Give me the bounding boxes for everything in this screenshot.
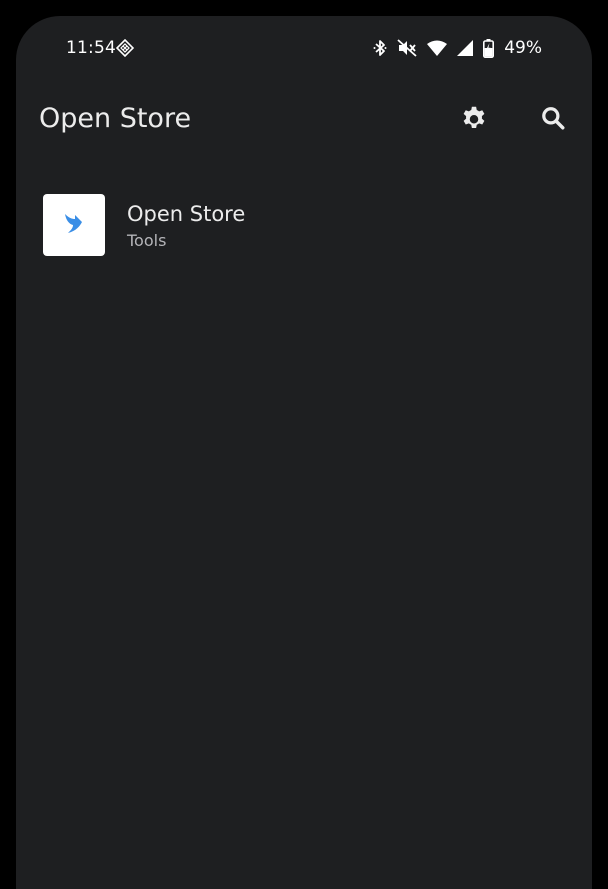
screen: 11:54 49% Open Store Open Store Tools (16, 16, 592, 889)
battery-charging-icon (483, 38, 495, 58)
search-icon (540, 105, 566, 135)
app-thumbnail (43, 194, 105, 256)
top-app-bar: Open Store (16, 80, 592, 156)
vibrate-off-icon (397, 39, 417, 57)
settings-button[interactable] (452, 98, 496, 142)
gear-icon (459, 103, 489, 137)
bird-logo-icon (61, 210, 87, 240)
search-button[interactable] (531, 98, 575, 142)
diamond-grid-icon (115, 38, 135, 58)
app-category: Tools (127, 231, 167, 250)
app-name: Open Store (127, 202, 246, 226)
cell-signal-icon (457, 40, 474, 56)
bluetooth-icon (373, 39, 387, 57)
status-icons: 49% (373, 37, 542, 59)
wifi-icon (427, 40, 448, 56)
app-list: Open Store Tools (16, 184, 592, 264)
status-bar: 11:54 49% (16, 16, 592, 80)
device-frame: 11:54 49% Open Store Open Store Tools (0, 0, 608, 889)
battery-percent: 49% (504, 38, 542, 58)
status-time: 11:54 (66, 38, 116, 58)
page-title: Open Store (39, 103, 192, 134)
list-item[interactable]: Open Store Tools (16, 184, 592, 264)
